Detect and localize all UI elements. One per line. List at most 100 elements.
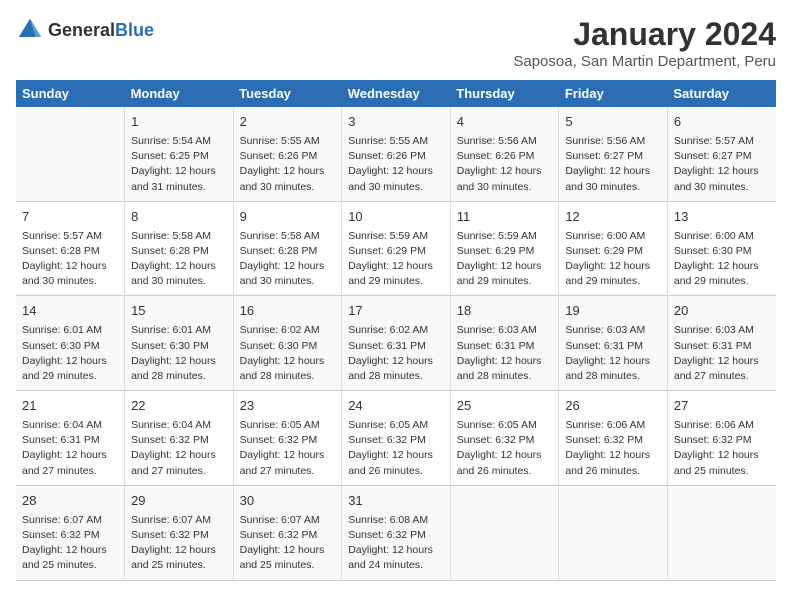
day-number: 7 [22, 208, 118, 227]
calendar-cell [450, 485, 559, 580]
day-number: 12 [565, 208, 661, 227]
calendar-cell: 11 Sunrise: 5:59 AM Sunset: 6:29 PM Dayli… [450, 201, 559, 296]
day-info: Sunrise: 6:04 AM Sunset: 6:31 PM Dayligh… [22, 418, 118, 479]
calendar-cell: 12 Sunrise: 6:00 AM Sunset: 6:29 PM Dayli… [559, 201, 668, 296]
logo-text-general: General [48, 20, 115, 40]
calendar-cell: 10 Sunrise: 5:59 AM Sunset: 6:29 PM Dayli… [342, 201, 451, 296]
day-info: Sunrise: 6:07 AM Sunset: 6:32 PM Dayligh… [240, 513, 336, 574]
header-monday: Monday [125, 80, 234, 107]
day-number: 26 [565, 397, 661, 416]
calendar-table: SundayMondayTuesdayWednesdayThursdayFrid… [16, 80, 776, 581]
day-info: Sunrise: 5:56 AM Sunset: 6:26 PM Dayligh… [457, 134, 553, 195]
calendar-cell: 18 Sunrise: 6:03 AM Sunset: 6:31 PM Dayli… [450, 296, 559, 391]
day-info: Sunrise: 6:03 AM Sunset: 6:31 PM Dayligh… [674, 323, 770, 384]
logo: GeneralBlue [16, 16, 154, 44]
day-info: Sunrise: 6:01 AM Sunset: 6:30 PM Dayligh… [131, 323, 227, 384]
header-saturday: Saturday [667, 80, 776, 107]
day-number: 18 [457, 302, 553, 321]
day-info: Sunrise: 6:03 AM Sunset: 6:31 PM Dayligh… [565, 323, 661, 384]
calendar-cell: 23Sunrise: 6:05 AM Sunset: 6:32 PM Dayli… [233, 391, 342, 486]
day-number: 14 [22, 302, 118, 321]
header-wednesday: Wednesday [342, 80, 451, 107]
day-number: 5 [565, 113, 661, 132]
header-sunday: Sunday [16, 80, 125, 107]
day-info: Sunrise: 6:04 AM Sunset: 6:32 PM Dayligh… [131, 418, 227, 479]
calendar-cell: 9 Sunrise: 5:58 AM Sunset: 6:28 PM Daylig… [233, 201, 342, 296]
day-number: 27 [674, 397, 770, 416]
day-info: Sunrise: 6:02 AM Sunset: 6:30 PM Dayligh… [240, 323, 336, 384]
day-number: 22 [131, 397, 227, 416]
day-info: Sunrise: 5:57 AM Sunset: 6:27 PM Dayligh… [674, 134, 770, 195]
calendar-cell: 19 Sunrise: 6:03 AM Sunset: 6:31 PM Dayli… [559, 296, 668, 391]
header-friday: Friday [559, 80, 668, 107]
header-thursday: Thursday [450, 80, 559, 107]
day-info: Sunrise: 5:58 AM Sunset: 6:28 PM Dayligh… [131, 229, 227, 290]
day-number: 24 [348, 397, 444, 416]
calendar-week-row: 21Sunrise: 6:04 AM Sunset: 6:31 PM Dayli… [16, 391, 776, 486]
day-info: Sunrise: 6:07 AM Sunset: 6:32 PM Dayligh… [22, 513, 118, 574]
day-number: 6 [674, 113, 770, 132]
day-info: Sunrise: 6:06 AM Sunset: 6:32 PM Dayligh… [674, 418, 770, 479]
logo-text-blue: Blue [115, 20, 154, 40]
calendar-cell: 5 Sunrise: 5:56 AM Sunset: 6:27 PM Daylig… [559, 107, 668, 201]
calendar-cell: 6 Sunrise: 5:57 AM Sunset: 6:27 PM Daylig… [667, 107, 776, 201]
day-info: Sunrise: 6:03 AM Sunset: 6:31 PM Dayligh… [457, 323, 553, 384]
calendar-cell: 2Sunrise: 5:55 AM Sunset: 6:26 PM Daylig… [233, 107, 342, 201]
calendar-week-row: 1Sunrise: 5:54 AM Sunset: 6:25 PM Daylig… [16, 107, 776, 201]
day-number: 29 [131, 492, 227, 511]
day-info: Sunrise: 5:54 AM Sunset: 6:25 PM Dayligh… [131, 134, 227, 195]
day-info: Sunrise: 5:59 AM Sunset: 6:29 PM Dayligh… [348, 229, 444, 290]
calendar-cell: 27 Sunrise: 6:06 AM Sunset: 6:32 PM Dayli… [667, 391, 776, 486]
day-info: Sunrise: 6:06 AM Sunset: 6:32 PM Dayligh… [565, 418, 661, 479]
day-number: 23 [240, 397, 336, 416]
calendar-week-row: 14 Sunrise: 6:01 AM Sunset: 6:30 PM Dayli… [16, 296, 776, 391]
logo-icon [16, 16, 44, 44]
calendar-title: January 2024 [513, 16, 776, 53]
calendar-week-row: 28 Sunrise: 6:07 AM Sunset: 6:32 PM Dayli… [16, 485, 776, 580]
day-number: 17 [348, 302, 444, 321]
day-info: Sunrise: 5:59 AM Sunset: 6:29 PM Dayligh… [457, 229, 553, 290]
calendar-subtitle: Saposoa, San Martin Department, Peru [513, 53, 776, 70]
calendar-cell: 31Sunrise: 6:08 AM Sunset: 6:32 PM Dayli… [342, 485, 451, 580]
calendar-cell [559, 485, 668, 580]
calendar-cell: 28 Sunrise: 6:07 AM Sunset: 6:32 PM Dayli… [16, 485, 125, 580]
day-info: Sunrise: 6:00 AM Sunset: 6:30 PM Dayligh… [674, 229, 770, 290]
day-number: 9 [240, 208, 336, 227]
day-info: Sunrise: 5:56 AM Sunset: 6:27 PM Dayligh… [565, 134, 661, 195]
calendar-cell: 14 Sunrise: 6:01 AM Sunset: 6:30 PM Dayli… [16, 296, 125, 391]
day-number: 11 [457, 208, 553, 227]
calendar-cell [667, 485, 776, 580]
calendar-header-row: SundayMondayTuesdayWednesdayThursdayFrid… [16, 80, 776, 107]
day-info: Sunrise: 6:01 AM Sunset: 6:30 PM Dayligh… [22, 323, 118, 384]
day-number: 16 [240, 302, 336, 321]
calendar-cell: 20Sunrise: 6:03 AM Sunset: 6:31 PM Dayli… [667, 296, 776, 391]
day-info: Sunrise: 6:00 AM Sunset: 6:29 PM Dayligh… [565, 229, 661, 290]
calendar-cell: 4Sunrise: 5:56 AM Sunset: 6:26 PM Daylig… [450, 107, 559, 201]
day-number: 19 [565, 302, 661, 321]
day-info: Sunrise: 5:58 AM Sunset: 6:28 PM Dayligh… [240, 229, 336, 290]
day-number: 31 [348, 492, 444, 511]
calendar-cell: 3Sunrise: 5:55 AM Sunset: 6:26 PM Daylig… [342, 107, 451, 201]
calendar-cell: 25Sunrise: 6:05 AM Sunset: 6:32 PM Dayli… [450, 391, 559, 486]
day-info: Sunrise: 6:05 AM Sunset: 6:32 PM Dayligh… [348, 418, 444, 479]
day-info: Sunrise: 5:57 AM Sunset: 6:28 PM Dayligh… [22, 229, 118, 290]
day-info: Sunrise: 6:07 AM Sunset: 6:32 PM Dayligh… [131, 513, 227, 574]
day-number: 28 [22, 492, 118, 511]
day-number: 30 [240, 492, 336, 511]
calendar-cell: 13Sunrise: 6:00 AM Sunset: 6:30 PM Dayli… [667, 201, 776, 296]
calendar-cell: 17Sunrise: 6:02 AM Sunset: 6:31 PM Dayli… [342, 296, 451, 391]
day-number: 15 [131, 302, 227, 321]
day-number: 8 [131, 208, 227, 227]
day-info: Sunrise: 6:05 AM Sunset: 6:32 PM Dayligh… [457, 418, 553, 479]
page-header: GeneralBlue January 2024 Saposoa, San Ma… [16, 16, 776, 70]
calendar-cell: 21Sunrise: 6:04 AM Sunset: 6:31 PM Dayli… [16, 391, 125, 486]
day-info: Sunrise: 5:55 AM Sunset: 6:26 PM Dayligh… [348, 134, 444, 195]
calendar-cell: 30 Sunrise: 6:07 AM Sunset: 6:32 PM Dayli… [233, 485, 342, 580]
day-info: Sunrise: 5:55 AM Sunset: 6:26 PM Dayligh… [240, 134, 336, 195]
calendar-week-row: 7 Sunrise: 5:57 AM Sunset: 6:28 PM Daylig… [16, 201, 776, 296]
calendar-cell [16, 107, 125, 201]
calendar-cell: 26 Sunrise: 6:06 AM Sunset: 6:32 PM Dayli… [559, 391, 668, 486]
day-number: 10 [348, 208, 444, 227]
calendar-cell: 24 Sunrise: 6:05 AM Sunset: 6:32 PM Dayli… [342, 391, 451, 486]
calendar-cell: 22 Sunrise: 6:04 AM Sunset: 6:32 PM Dayli… [125, 391, 234, 486]
